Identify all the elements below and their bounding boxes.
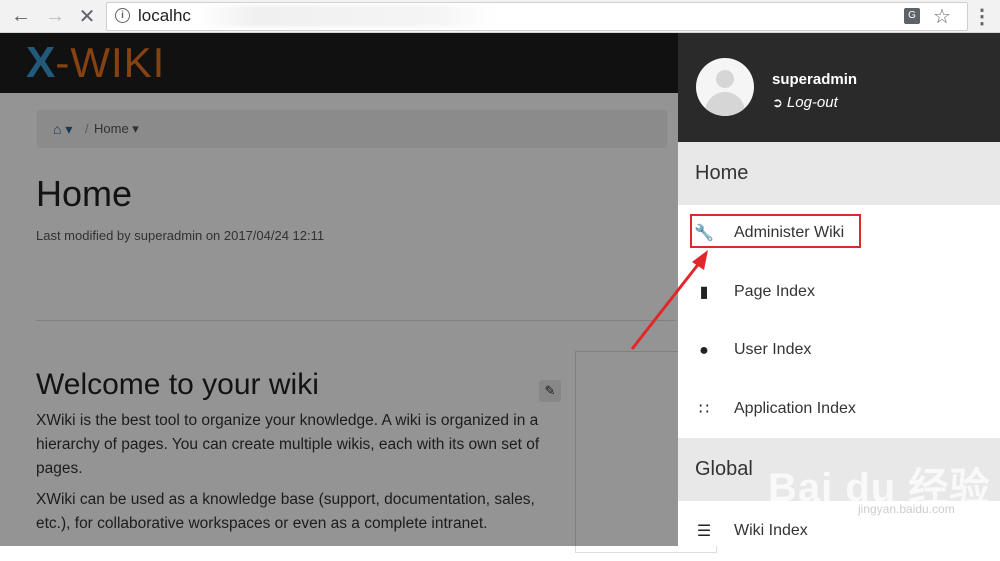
watermark-site: jingyan.baidu.com [858, 502, 955, 516]
